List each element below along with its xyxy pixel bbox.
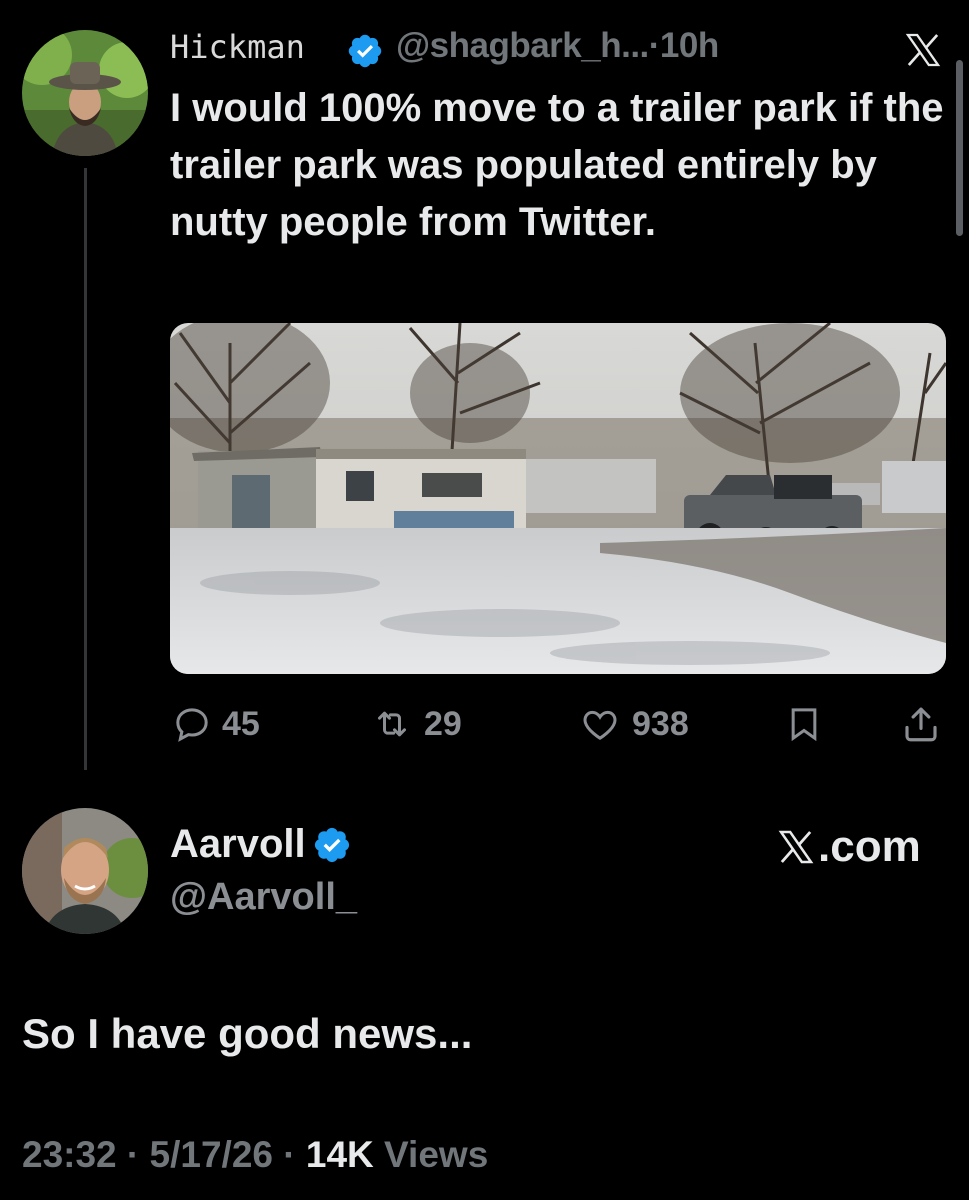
reply-date[interactable]: 5/17/26: [150, 1134, 273, 1175]
thread-connector-line: [84, 168, 87, 770]
reply-text: So I have good news...: [22, 1010, 473, 1057]
x-logo-icon: [778, 830, 814, 864]
heart-icon: [583, 710, 617, 740]
like-button[interactable]: 938: [578, 696, 689, 752]
repost-button[interactable]: 29: [370, 696, 462, 752]
views-count: 14K: [305, 1134, 374, 1175]
bookmark-icon: [791, 708, 817, 742]
avatar-aarvoll[interactable]: [22, 808, 148, 934]
separator-dot: ·: [283, 1134, 296, 1175]
tweet-handle[interactable]: @shagbark_h...: [396, 26, 649, 65]
x-com-label[interactable]: .com: [818, 822, 921, 872]
x-logo-icon[interactable]: [902, 30, 944, 75]
tweet-time[interactable]: 10h: [660, 26, 719, 65]
reply-handle[interactable]: @Aarvoll_: [170, 876, 357, 919]
x-com-source-link[interactable]: .com: [776, 822, 921, 872]
reply-time[interactable]: 23:32: [22, 1134, 117, 1175]
share-icon: [905, 707, 937, 742]
views-label: Views: [384, 1134, 489, 1175]
tweet-display-name[interactable]: Hickman: [170, 28, 305, 66]
tweet-media-image[interactable]: [170, 323, 946, 674]
tweet-text: I would 100% move to a trailer park if t…: [170, 86, 944, 244]
bookmark-button[interactable]: [784, 696, 834, 752]
share-button[interactable]: [900, 696, 952, 752]
separator-dot: ·: [648, 26, 661, 65]
repost-icon: [378, 711, 406, 737]
reply-display-name[interactable]: Aarvoll: [170, 822, 306, 867]
reply-count: 45: [222, 704, 260, 743]
avatar-hickman[interactable]: [22, 30, 148, 156]
reply-meta: 23:32 · 5/17/26 · 14K Views: [22, 1134, 488, 1176]
repost-count: 29: [424, 704, 462, 743]
reply-bubble-icon: [176, 708, 208, 742]
verified-badge-icon: [346, 32, 384, 75]
separator-dot: ·: [126, 1134, 140, 1175]
reply-button[interactable]: 45: [172, 696, 260, 752]
like-count: 938: [632, 704, 689, 743]
reply-name-row[interactable]: Aarvoll: [170, 822, 352, 867]
tweet-handle-and-time[interactable]: @shagbark_h...·10h: [396, 26, 719, 66]
verified-badge-icon: [314, 827, 349, 862]
